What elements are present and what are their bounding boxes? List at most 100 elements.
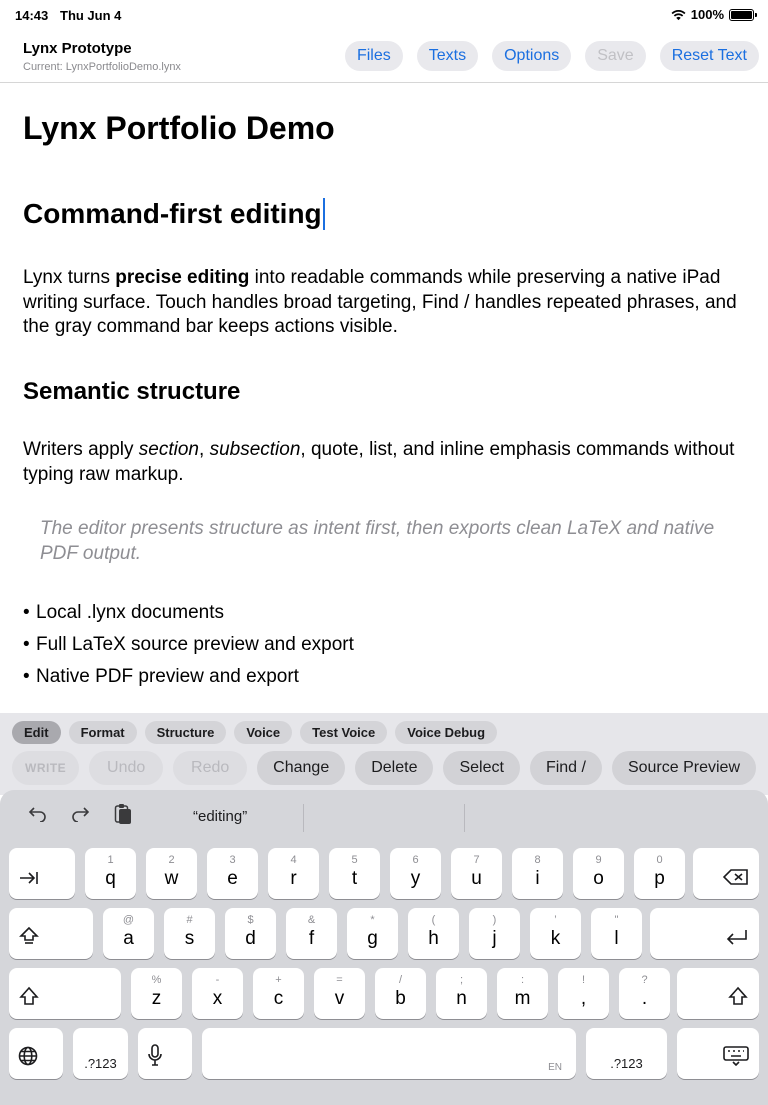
paragraph-2[interactable]: Writers apply section, subsection, quote… xyxy=(23,438,743,487)
shift-key-left[interactable] xyxy=(9,968,121,1019)
list-item[interactable]: • Local .lynx documents xyxy=(23,600,354,632)
paragraph-1-bold[interactable]: precise editing xyxy=(115,267,249,288)
bullet-mark: • xyxy=(23,602,30,623)
key-t[interactable]: 5t xyxy=(329,848,380,899)
globe-key[interactable] xyxy=(9,1028,63,1079)
key-hint: 6 xyxy=(412,854,419,866)
tab-key[interactable] xyxy=(9,848,75,899)
shift-key-right[interactable] xyxy=(677,968,759,1019)
key-hint: $ xyxy=(247,914,254,926)
key-b[interactable]: / b xyxy=(375,968,426,1019)
source-preview-button[interactable]: Source Preview xyxy=(611,751,756,785)
key-z[interactable]: % z xyxy=(131,968,182,1019)
key-u[interactable]: 7u xyxy=(451,848,502,899)
undo-button[interactable]: Undo xyxy=(89,751,164,785)
key-a[interactable]: @ a xyxy=(103,908,154,959)
select-button[interactable]: Select xyxy=(443,751,520,785)
tab-test-voice[interactable]: Test Voice xyxy=(300,721,388,744)
key-f[interactable]: & f xyxy=(286,908,337,959)
dismiss-keyboard-key[interactable] xyxy=(677,1028,759,1079)
numbers-key-left[interactable]: .?123 xyxy=(73,1028,128,1079)
key-s[interactable]: # s xyxy=(164,908,215,959)
key-l[interactable]: " l xyxy=(591,908,642,959)
paragraph-2-text-b[interactable]: , xyxy=(199,439,210,460)
keyboard-dismiss-icon xyxy=(723,1046,749,1072)
key-q[interactable]: 1q xyxy=(85,848,136,899)
key-hint: 3 xyxy=(229,854,236,866)
key-p[interactable]: 0p xyxy=(634,848,685,899)
options-button[interactable]: Options xyxy=(492,41,572,71)
key-w[interactable]: 2w xyxy=(146,848,197,899)
caps-lock-key[interactable] xyxy=(9,908,93,959)
key-d[interactable]: $ d xyxy=(225,908,276,959)
tab-edit[interactable]: Edit xyxy=(12,721,61,744)
delete-key[interactable] xyxy=(693,848,759,899)
space-bar[interactable]: EN xyxy=(202,1028,576,1079)
key-label: z xyxy=(151,988,162,1009)
key-h[interactable]: (h xyxy=(408,908,459,959)
key-r[interactable]: 4r xyxy=(268,848,319,899)
files-button[interactable]: Files xyxy=(344,41,403,71)
key-n[interactable]: ; n xyxy=(436,968,487,1019)
key-m[interactable]: :m xyxy=(497,968,548,1019)
key-period[interactable]: ?. xyxy=(619,968,670,1019)
paragraph-2-em-section[interactable]: section xyxy=(139,439,199,460)
return-key[interactable] xyxy=(650,908,759,959)
list-item-text[interactable]: Native PDF preview and export xyxy=(36,666,299,687)
nav-buttons: Files Texts Options Save Reset Text xyxy=(344,41,759,71)
tab-voice-debug[interactable]: Voice Debug xyxy=(395,721,498,744)
section-heading-text[interactable]: Command-first editing xyxy=(23,198,322,230)
key-i[interactable]: 8i xyxy=(512,848,563,899)
redo-icon[interactable] xyxy=(68,802,92,826)
battery-icon xyxy=(729,8,757,21)
subsection-heading[interactable]: Semantic structure xyxy=(23,378,240,406)
key-comma[interactable]: !, xyxy=(558,968,609,1019)
paragraph-1-text-a[interactable]: Lynx turns xyxy=(23,267,115,288)
document-title[interactable]: Lynx Portfolio Demo xyxy=(23,110,335,147)
tab-format[interactable]: Format xyxy=(68,721,137,744)
key-label: w xyxy=(164,868,179,889)
key-y[interactable]: 6y xyxy=(390,848,441,899)
delete-button[interactable]: Delete xyxy=(355,751,434,785)
list-item[interactable]: • Full LaTeX source preview and export xyxy=(23,632,354,664)
reset-text-button[interactable]: Reset Text xyxy=(659,41,759,71)
block-quote[interactable]: The editor presents structure as intent … xyxy=(40,517,740,566)
list-item-text[interactable]: Local .lynx documents xyxy=(36,602,224,623)
key-x[interactable]: -x xyxy=(192,968,243,1019)
key-k[interactable]: ’ k xyxy=(530,908,581,959)
paragraph-2-em-subsection[interactable]: subsection xyxy=(210,439,301,460)
key-hint: 0 xyxy=(656,854,663,866)
key-j[interactable]: ) j xyxy=(469,908,520,959)
paste-icon[interactable] xyxy=(111,802,135,826)
key-e[interactable]: 3e xyxy=(207,848,258,899)
key-label: q xyxy=(105,868,116,889)
paragraph-1[interactable]: Lynx turns precise editing into readable… xyxy=(23,266,743,340)
tab-structure[interactable]: Structure xyxy=(144,721,227,744)
write-button[interactable]: WRITE xyxy=(12,751,80,785)
section-heading[interactable]: Command-first editing xyxy=(23,198,325,230)
key-label: b xyxy=(395,988,406,1009)
save-button[interactable]: Save xyxy=(585,41,646,71)
numbers-key-right[interactable]: .?123 xyxy=(586,1028,667,1079)
backspace-icon xyxy=(722,868,749,892)
command-tabs: Edit Format Structure Voice Test Voice V… xyxy=(12,721,498,744)
key-g[interactable]: * g xyxy=(347,908,398,959)
autocorrect-suggestion[interactable]: “editing” xyxy=(193,808,247,825)
keyboard: “editing” 1 q 2 w 3 e 4 r 5 t 6 y 7 u 8 i 9 o 0 p @ a # s $ d & f * g… xyxy=(0,790,768,1105)
dictation-key[interactable] xyxy=(138,1028,192,1079)
texts-button[interactable]: Texts xyxy=(416,41,479,71)
change-button[interactable]: Change xyxy=(257,751,346,785)
undo-icon[interactable] xyxy=(26,802,50,826)
paragraph-2-text-a[interactable]: Writers apply xyxy=(23,439,139,460)
find-button[interactable]: Find / xyxy=(529,751,602,785)
key-label: n xyxy=(456,988,467,1009)
key-c[interactable]: + c xyxy=(253,968,304,1019)
list-item-text[interactable]: Full LaTeX source preview and export xyxy=(36,634,354,655)
redo-button[interactable]: Redo xyxy=(173,751,248,785)
key-hint: = xyxy=(336,974,343,986)
tab-voice[interactable]: Voice xyxy=(234,721,293,744)
list-item[interactable]: • Native PDF preview and export xyxy=(23,664,354,696)
key-o[interactable]: 9o xyxy=(573,848,624,899)
status-right: 100% xyxy=(671,7,757,22)
key-v[interactable]: = v xyxy=(314,968,365,1019)
